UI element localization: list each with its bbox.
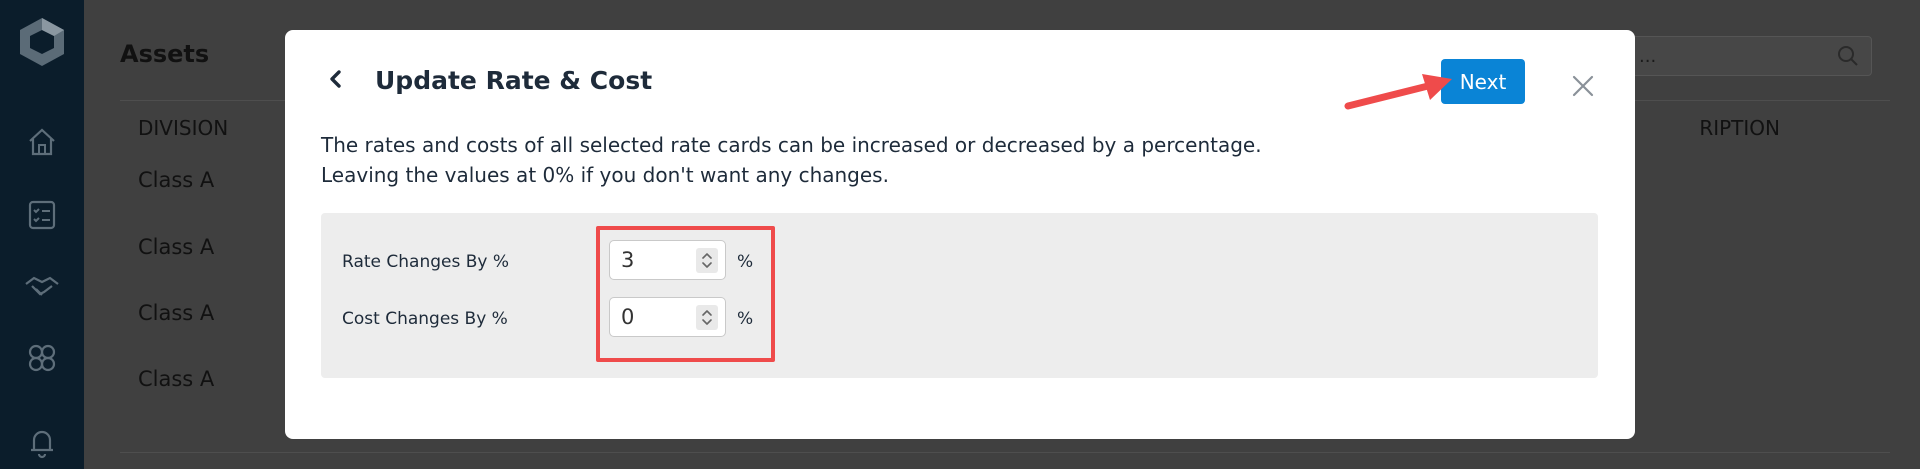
app-logo[interactable] bbox=[16, 16, 68, 68]
home-icon[interactable] bbox=[22, 122, 62, 162]
cost-change-label: Cost Changes By % bbox=[342, 309, 508, 329]
handshake-icon[interactable] bbox=[22, 266, 62, 306]
bell-icon[interactable] bbox=[22, 422, 62, 462]
close-icon bbox=[1572, 75, 1594, 97]
arrow-annotation-icon bbox=[1344, 74, 1452, 110]
apps-icon[interactable] bbox=[22, 338, 62, 378]
description-note: Leaving the values at 0% if you don't wa… bbox=[321, 163, 889, 187]
chevron-left-icon bbox=[330, 70, 341, 88]
table-row[interactable]: Class A bbox=[138, 367, 214, 391]
page-title: Assets bbox=[120, 40, 210, 68]
dialog-title: Update Rate & Cost bbox=[375, 66, 653, 95]
close-button[interactable] bbox=[1569, 72, 1597, 100]
table-row[interactable]: Class A bbox=[138, 235, 214, 259]
table-row[interactable]: Class A bbox=[138, 168, 214, 192]
back-button[interactable] bbox=[323, 64, 349, 94]
column-header-division[interactable]: DIVISION bbox=[138, 116, 228, 140]
divider bbox=[120, 452, 1890, 453]
sidebar bbox=[0, 0, 84, 469]
rate-change-label: Rate Changes By % bbox=[342, 252, 510, 272]
description-text: The rates and costs of all selected rate… bbox=[321, 133, 1262, 157]
column-header-description[interactable]: RIPTION bbox=[1699, 116, 1780, 140]
table-row[interactable]: Class A bbox=[138, 301, 214, 325]
checklist-icon[interactable] bbox=[22, 195, 62, 235]
percentage-panel: Rate Changes By % 3 % Cost Changes By % … bbox=[321, 213, 1598, 378]
search-icon bbox=[1838, 46, 1858, 66]
highlight-box bbox=[596, 226, 775, 362]
